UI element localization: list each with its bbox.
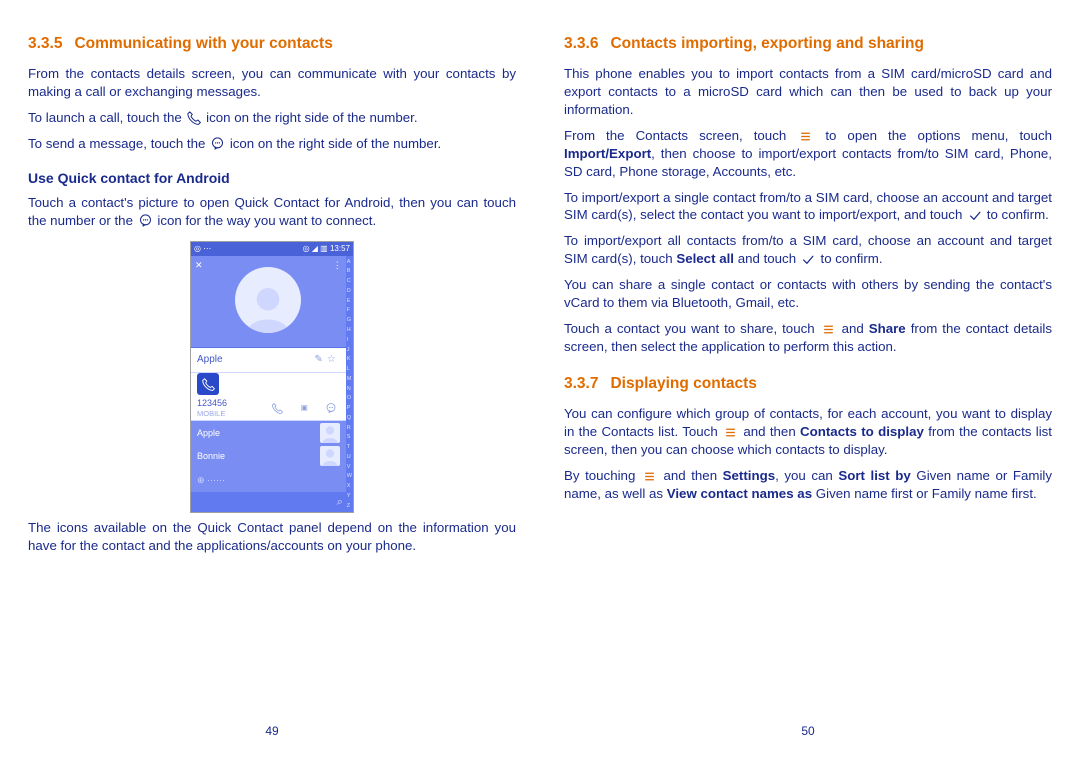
para: To import/export a single contact from/t… [564, 189, 1052, 225]
avatar [320, 423, 340, 443]
message-icon [323, 400, 340, 415]
contact-name-row: Apple ✎☆ [191, 348, 346, 373]
list-item: Bonnie [191, 444, 346, 468]
menu-icon [641, 469, 658, 484]
para: To send a message, touch the icon on the… [28, 135, 516, 153]
phone-header: ✕ ⋮ [191, 256, 346, 348]
menu-icon [722, 425, 739, 440]
avatar [235, 267, 301, 333]
close-icon: ✕ [195, 259, 203, 271]
para: Touch a contact's picture to open Quick … [28, 194, 516, 230]
para: To launch a call, touch the icon on the … [28, 109, 516, 127]
section-337-heading: 3.3.7 Displaying contacts [564, 374, 1052, 395]
more-icon: ⋮ [333, 259, 342, 271]
para: The icons available on the Quick Contact… [28, 519, 516, 555]
screenshot-phone: ◎ ⋯ ◎ ◢ ▥ 13:57 ✕ ⋮ Ap [190, 241, 354, 513]
page-right: 3.3.6 Contacts importing, exporting and … [540, 0, 1080, 767]
section-336-heading: 3.3.6 Contacts importing, exporting and … [564, 34, 1052, 55]
para: To import/export all contacts from/to a … [564, 232, 1052, 268]
edit-icon: ✎ [314, 354, 326, 365]
menu-icon [820, 322, 837, 337]
para: By touching and then Settings, you can S… [564, 467, 1052, 503]
call-icon [269, 400, 286, 415]
number-row: 123456 MOBILE ▣ [191, 396, 346, 421]
star-icon: ☆ [327, 354, 340, 365]
page-number: 50 [564, 723, 1052, 767]
search-icon: ⌕ [337, 495, 343, 510]
list-item: Apple [191, 421, 346, 445]
phone-statusbar: ◎ ⋯ ◎ ◢ ▥ 13:57 [191, 242, 353, 256]
page-number: 49 [28, 723, 516, 767]
para: Touch a contact you want to share, touch… [564, 320, 1052, 356]
para: You can share a single contact or contac… [564, 276, 1052, 312]
para: From the contacts details screen, you ca… [28, 65, 516, 101]
check-icon [800, 252, 817, 267]
call-icon [185, 110, 202, 125]
check-icon [966, 208, 983, 223]
add-contact-row: ⊕ ······ [191, 468, 346, 492]
index-scroll: ABCDEFGHIJKLMNOPQRSTUVWXYZ [346, 256, 353, 512]
para: This phone enables you to import contact… [564, 65, 1052, 119]
message-icon [209, 136, 226, 151]
para: You can configure which group of contact… [564, 405, 1052, 459]
avatar [320, 446, 340, 466]
subsection-quick-contact: Use Quick contact for Android [28, 169, 516, 188]
phone-bottom-bar: ⌕ [191, 492, 346, 513]
page-left: 3.3.5 Communicating with your contacts F… [0, 0, 540, 767]
call-row [191, 373, 346, 397]
call-icon [197, 373, 219, 395]
video-icon: ▣ [296, 400, 313, 415]
para: From the Contacts screen, touch to open … [564, 127, 1052, 181]
section-335-heading: 3.3.5 Communicating with your contacts [28, 34, 516, 55]
message-icon [137, 213, 154, 228]
menu-icon [797, 129, 814, 144]
